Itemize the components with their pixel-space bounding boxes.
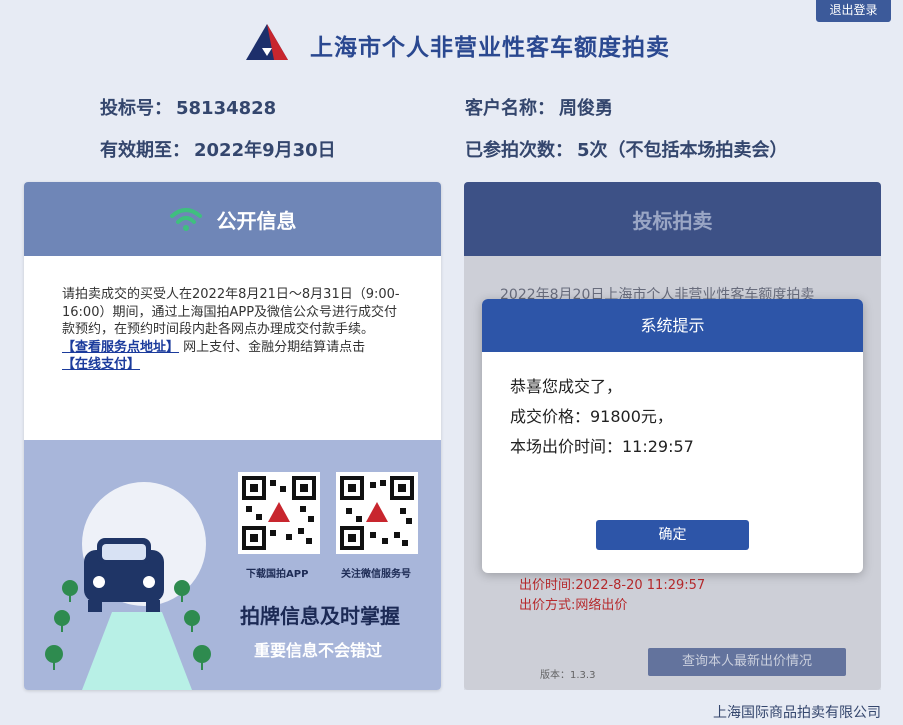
- company-footer: 上海国际商品拍卖有限公司: [713, 705, 881, 721]
- valid-until: 有效期至： 2022年9月30日: [100, 140, 336, 161]
- qr-wechat-caption: 关注微信服务号: [341, 569, 411, 580]
- system-prompt-dialog: 系统提示 恭喜您成交了， 成交价格：91800元， 本场出价时间：11:29:5…: [482, 299, 863, 573]
- payment-notice: 请拍卖成交的买受人在2022年8月21日～8月31日（9:00-16:00）期间…: [62, 287, 400, 372]
- service-address-link[interactable]: 【查看服务点地址】: [62, 340, 179, 355]
- site-title: 上海市个人非营业性客车额度拍卖: [310, 35, 670, 61]
- bidding-header: 投标拍卖: [464, 182, 881, 256]
- promo-slogan-main: 拍牌信息及时掌握: [240, 604, 400, 628]
- bid-number: 投标号： 58134828: [100, 98, 277, 119]
- qr-code-icon: [242, 476, 316, 550]
- wifi-icon: [169, 208, 202, 231]
- bidding-title: 投标拍卖: [632, 208, 713, 233]
- public-info-title: 公开信息: [216, 208, 297, 233]
- confirm-button[interactable]: 确定: [596, 520, 749, 550]
- public-info-card: 公开信息 请拍卖成交的买受人在2022年8月21日～8月31日（9:00-16:…: [24, 182, 441, 690]
- dialog-congrats: 恭喜您成交了，: [510, 377, 623, 396]
- public-info-header: 公开信息: [24, 182, 441, 256]
- site-header: 上海市个人非营业性客车额度拍卖: [0, 18, 903, 68]
- qr-app-caption: 下载国拍APP: [246, 569, 309, 580]
- dialog-bid-time: 本场出价时间：11:29:57: [510, 437, 694, 456]
- dialog-title: 系统提示: [482, 299, 863, 352]
- dialog-price: 成交价格：91800元，: [510, 407, 673, 426]
- online-payment-link[interactable]: 【在线支付】: [62, 357, 140, 372]
- logo-triangle-icon: [246, 24, 288, 60]
- qr-code-wechat: [336, 472, 418, 554]
- customer-name: 客户名称： 周俊勇: [465, 98, 613, 119]
- app-promo-banner: 下载国拍APP 关注微信服务号 拍牌信息及时掌握 重要信息不会错过: [24, 440, 441, 690]
- participation-count: 已参拍次数： 5次（不包括本场拍卖会）: [465, 140, 788, 161]
- qr-code-icon: [340, 476, 414, 550]
- car-illustration-icon: [45, 482, 211, 690]
- promo-slogan-sub: 重要信息不会错过: [254, 641, 383, 660]
- qr-code-app: [238, 472, 320, 554]
